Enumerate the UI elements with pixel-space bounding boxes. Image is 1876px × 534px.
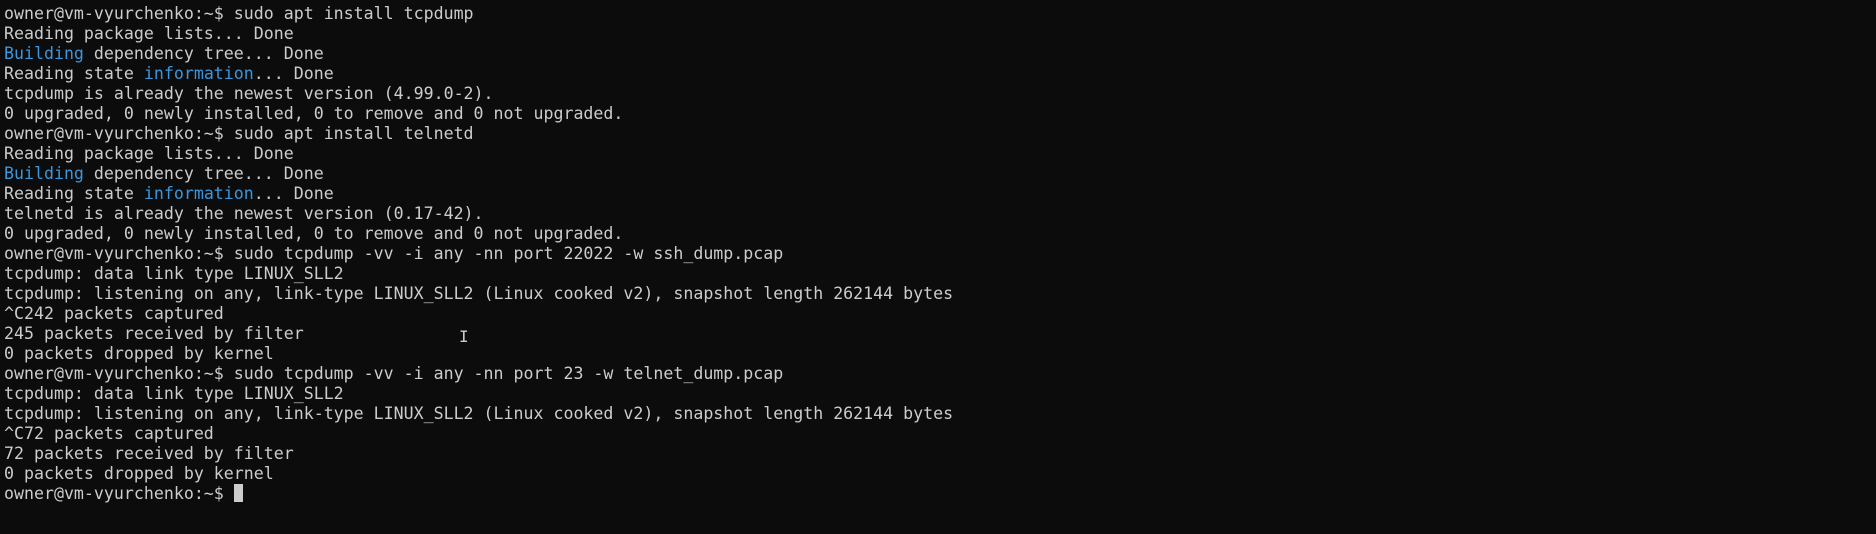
terminal-line: Reading package lists... Done [4,24,1876,44]
terminal-text: Reading state [4,64,144,83]
terminal-text: 0 upgraded, 0 newly installed, 0 to remo… [4,224,624,243]
terminal-text: owner@vm-vyurchenko:~$ sudo apt install … [4,124,474,143]
i-beam-cursor-icon: I [459,327,469,346]
terminal-line: ^C72 packets captured [4,424,1876,444]
terminal-text: tcpdump: data link type LINUX_SLL2 [4,384,344,403]
terminal-line: 0 packets dropped by kernel [4,344,1876,364]
terminal-text: 245 packets received by filter [4,324,304,343]
terminal-text: tcpdump is already the newest version (4… [4,84,494,103]
highlighted-text: Building [4,164,84,183]
terminal-line: Reading state information... Done [4,64,1876,84]
terminal-text: Reading package lists... Done [4,24,294,43]
terminal-line: telnetd is already the newest version (0… [4,204,1876,224]
highlighted-text: Building [4,44,84,63]
terminal-line: tcpdump is already the newest version (4… [4,84,1876,104]
terminal-line: 245 packets received by filter [4,324,1876,344]
terminal-text: tcpdump: listening on any, link-type LIN… [4,404,954,423]
terminal-line: tcpdump: data link type LINUX_SLL2 [4,264,1876,284]
terminal-text: tcpdump: data link type LINUX_SLL2 [4,264,344,283]
terminal-text: 0 packets dropped by kernel [4,464,274,483]
terminal-line: 0 upgraded, 0 newly installed, 0 to remo… [4,224,1876,244]
terminal-text: owner@vm-vyurchenko:~$ sudo tcpdump -vv … [4,244,784,263]
terminal-line: Reading package lists... Done [4,144,1876,164]
terminal-text: ... Done [253,184,334,203]
terminal-text: 0 upgraded, 0 newly installed, 0 to remo… [4,104,624,123]
highlighted-text: information [143,64,254,83]
terminal-text: Reading package lists... Done [4,144,294,163]
terminal-line: tcpdump: listening on any, link-type LIN… [4,284,1876,304]
terminal-output[interactable]: owner@vm-vyurchenko:~$ sudo apt install … [4,4,1876,534]
terminal-text: telnetd is already the newest version (0… [4,204,484,223]
terminal-text: ^C242 packets captured [4,304,224,323]
terminal-line: 0 packets dropped by kernel [4,464,1876,484]
terminal-line: Building dependency tree... Done [4,44,1876,64]
highlighted-text: information [143,184,254,203]
terminal-line: tcpdump: listening on any, link-type LIN… [4,404,1876,424]
terminal-text: owner@vm-vyurchenko:~$ sudo tcpdump -vv … [4,364,784,383]
terminal-text: owner@vm-vyurchenko:~$ [4,484,234,503]
terminal-line: 0 upgraded, 0 newly installed, 0 to remo… [4,104,1876,124]
terminal-line: ^C242 packets captured [4,304,1876,324]
terminal-text: dependency tree... Done [83,44,324,63]
terminal-line: owner@vm-vyurchenko:~$ [4,484,1876,504]
terminal-text: ... Done [253,64,334,83]
text-cursor-block [233,484,243,502]
terminal-line: 72 packets received by filter [4,444,1876,464]
terminal-line: Building dependency tree... Done [4,164,1876,184]
terminal-line: tcpdump: data link type LINUX_SLL2 [4,384,1876,404]
terminal-line: Reading state information... Done [4,184,1876,204]
terminal-text: dependency tree... Done [83,164,324,183]
terminal-text: 72 packets received by filter [4,444,294,463]
terminal-text: Reading state [4,184,144,203]
terminal-line: owner@vm-vyurchenko:~$ sudo apt install … [4,124,1876,144]
terminal-text: 0 packets dropped by kernel [4,344,274,363]
terminal-line: owner@vm-vyurchenko:~$ sudo tcpdump -vv … [4,244,1876,264]
terminal-text: ^C72 packets captured [4,424,214,443]
terminal-text: owner@vm-vyurchenko:~$ sudo apt install … [4,4,474,23]
terminal-line: owner@vm-vyurchenko:~$ sudo tcpdump -vv … [4,364,1876,384]
terminal-line: owner@vm-vyurchenko:~$ sudo apt install … [4,4,1876,24]
terminal-text: tcpdump: listening on any, link-type LIN… [4,284,954,303]
